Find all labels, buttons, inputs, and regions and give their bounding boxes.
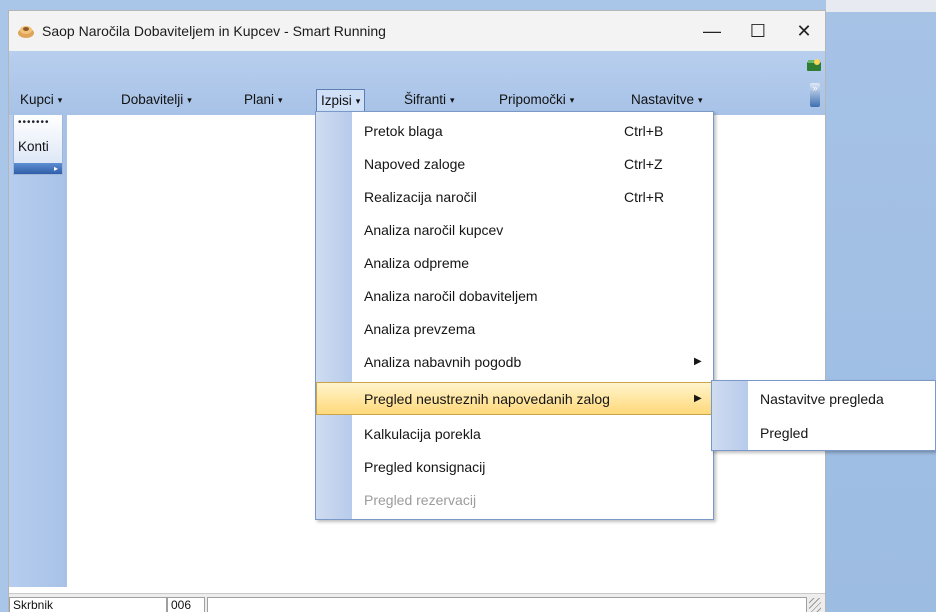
- status-bar: Skrbnik 006: [9, 593, 825, 612]
- chevron-down-icon: ▾: [187, 95, 192, 105]
- status-info: [207, 597, 807, 612]
- submenu-arrow-icon: ▶: [694, 356, 702, 367]
- menu-dobavitelji-label: Dobavitelji: [121, 92, 184, 107]
- menu-item-analiza-nabavnih-pogodb[interactable]: Analiza nabavnih pogodb ▶: [316, 346, 713, 379]
- submenu-item-label: Nastavitve pregleda: [760, 391, 884, 407]
- grip-dots-icon: •••••••: [18, 117, 50, 128]
- window-title: Saop Naročila Dobaviteljem in Kupcev - S…: [42, 23, 386, 39]
- menu-nastavitve-label: Nastavitve: [631, 92, 695, 107]
- menu-item-pregled-neustreznih-zalog[interactable]: Pregled neustreznih napovedanih zalog ▶: [316, 382, 713, 415]
- menu-item-label: Analiza odpreme: [364, 255, 470, 271]
- left-sidebar: [9, 115, 67, 587]
- pregled-submenu: Nastavitve pregleda Pregled: [711, 380, 936, 451]
- menu-item-label: Kalkulacija porekla: [364, 426, 481, 442]
- menu-item-realizacija-narocil[interactable]: Realizacija naročil Ctrl+R: [316, 181, 713, 214]
- submenu-item-label: Pregled: [760, 425, 809, 441]
- menu-item-pretok-blaga[interactable]: Pretok blaga Ctrl+B: [316, 115, 713, 148]
- app-icon: [18, 26, 34, 38]
- menu-dobavitelji[interactable]: Dobavitelji ▾: [117, 89, 196, 113]
- menu-item-shortcut: Ctrl+Z: [624, 156, 663, 172]
- menu-item-kalkulacija-porekla[interactable]: Kalkulacija porekla: [316, 418, 713, 451]
- menu-item-shortcut: Ctrl+B: [624, 123, 664, 139]
- title-bar[interactable]: Saop Naročila Dobaviteljem in Kupcev - S…: [9, 11, 825, 51]
- status-code: 006: [167, 597, 205, 612]
- menu-item-label: Pregled neustreznih napovedanih zalog: [364, 391, 610, 407]
- desktop-top-strip: [826, 0, 936, 12]
- menu-item-label: Realizacija naročil: [364, 189, 477, 205]
- menu-kupci-label: Kupci: [20, 92, 54, 107]
- submenu-item-nastavitve-pregleda[interactable]: Nastavitve pregleda: [712, 383, 935, 416]
- status-user: Skrbnik: [9, 597, 167, 612]
- minimize-button[interactable]: —: [689, 11, 735, 51]
- menu-item-label: Pretok blaga: [364, 123, 443, 139]
- chevron-down-icon: ▾: [355, 96, 361, 106]
- menu-item-analiza-narocil-dobaviteljem[interactable]: Analiza naročil dobaviteljem: [316, 280, 713, 313]
- izpisi-dropdown-menu: Pretok blaga Ctrl+B Napoved zaloge Ctrl+Z …: [315, 111, 714, 520]
- menu-item-label: Analiza naročil kupcev: [364, 222, 504, 238]
- menu-kupci[interactable]: Kupci ▾: [16, 89, 66, 113]
- chevron-down-icon: ▾: [450, 95, 455, 105]
- menu-item-analiza-odpreme[interactable]: Analiza odpreme: [316, 247, 713, 280]
- chevron-down-icon: ▾: [278, 95, 283, 105]
- menu-plani[interactable]: Plani ▾: [240, 89, 287, 113]
- menu-nastavitve[interactable]: Nastavitve ▾: [627, 89, 707, 113]
- menubar: Kupci ▾ Dobavitelji ▾ Plani ▾ Izpisi ▾ Šifra…: [9, 89, 825, 114]
- expand-arrow-icon[interactable]: ▸: [14, 163, 62, 174]
- menu-item-analiza-narocil-kupcev[interactable]: Analiza naročil kupcev: [316, 214, 713, 247]
- menu-item-shortcut: Ctrl+R: [624, 189, 665, 205]
- menu-item-napoved-zaloge[interactable]: Napoved zaloge Ctrl+Z: [316, 148, 713, 181]
- menu-item-pregled-konsignacij[interactable]: Pregled konsignacij: [316, 451, 713, 484]
- chevron-down-icon: ▾: [698, 95, 703, 105]
- menu-pripomocki-label: Pripomočki: [499, 92, 566, 107]
- menu-item-pregled-rezervacij: Pregled rezervacij: [316, 484, 713, 517]
- menu-item-label: Pregled konsignacij: [364, 459, 486, 475]
- sidebar-item-konti[interactable]: ••••••• Konti ▸: [13, 115, 63, 175]
- menu-item-label: Analiza naročil dobaviteljem: [364, 288, 538, 304]
- desktop-background: [826, 0, 936, 612]
- submenu-item-pregled[interactable]: Pregled: [712, 417, 935, 450]
- help-book-icon[interactable]: [805, 57, 823, 73]
- sidebar-item-label: Konti: [18, 139, 49, 154]
- menu-sifranti-label: Šifranti: [404, 92, 447, 107]
- close-button[interactable]: ✕: [781, 11, 825, 51]
- menu-plani-label: Plani: [244, 92, 275, 107]
- maximize-button[interactable]: ☐: [735, 11, 781, 51]
- chevron-down-icon: ▾: [569, 95, 575, 105]
- menu-izpisi-label: Izpisi: [321, 93, 352, 108]
- menu-sifranti[interactable]: Šifranti ▾: [400, 89, 459, 113]
- menu-item-label: Analiza nabavnih pogodb: [364, 354, 522, 370]
- menu-item-label: Napoved zaloge: [364, 156, 466, 172]
- resize-grip-icon[interactable]: [809, 598, 821, 612]
- chevron-down-icon: ▾: [57, 95, 63, 105]
- menu-item-label: Pregled rezervacij: [364, 492, 477, 508]
- menu-item-label: Analiza prevzema: [364, 321, 476, 337]
- menu-item-analiza-prevzema[interactable]: Analiza prevzema: [316, 313, 713, 346]
- submenu-arrow-icon: ▶: [694, 393, 702, 404]
- menu-pripomocki[interactable]: Pripomočki ▾: [495, 89, 578, 113]
